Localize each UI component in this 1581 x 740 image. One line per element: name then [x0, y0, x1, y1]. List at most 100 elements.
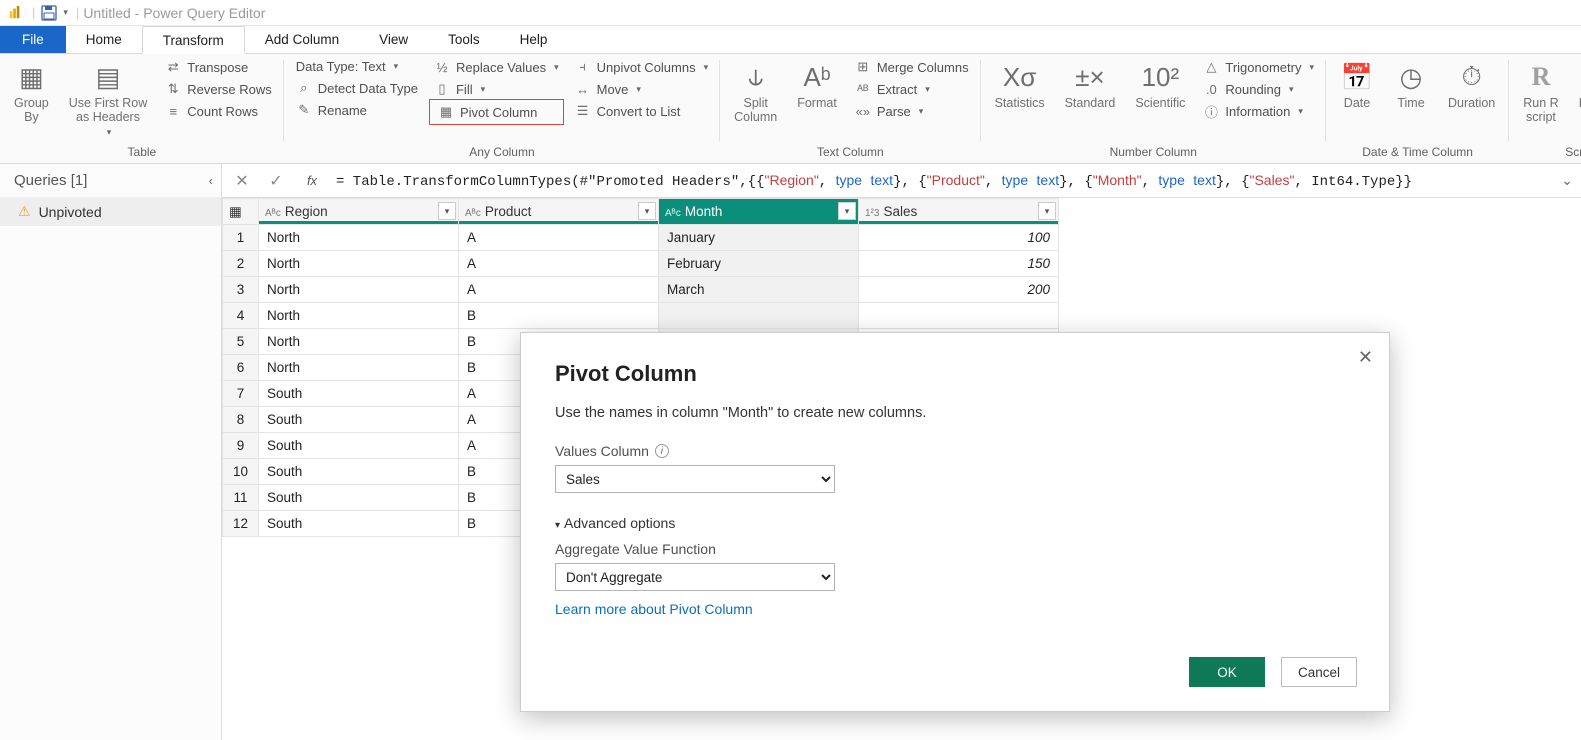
data-type-button[interactable]: Data Type: Text▾	[294, 58, 420, 75]
duration-button[interactable]: ⏱Duration	[1444, 58, 1499, 112]
cell-region[interactable]: North	[259, 329, 459, 355]
cell-product[interactable]: B	[459, 303, 659, 329]
cell-region[interactable]: South	[259, 485, 459, 511]
confirm-formula-button[interactable]: ✓	[264, 171, 288, 191]
format-button[interactable]: AᵇFormat	[793, 58, 841, 112]
column-header-product[interactable]: AᴮcProduct▾	[459, 199, 659, 225]
cancel-formula-button[interactable]: ✕	[230, 171, 254, 191]
pivot-column-button[interactable]: ▦Pivot Column	[432, 102, 561, 122]
cell-region[interactable]: South	[259, 511, 459, 537]
filter-dropdown-icon[interactable]: ▾	[438, 202, 456, 220]
tab-home[interactable]: Home	[66, 26, 142, 53]
row-number[interactable]: 7	[223, 381, 259, 407]
standard-button[interactable]: ±×Standard	[1061, 58, 1120, 112]
row-number[interactable]: 5	[223, 329, 259, 355]
rename-button[interactable]: ✎Rename	[294, 101, 420, 119]
tab-help[interactable]: Help	[500, 26, 568, 53]
close-button[interactable]: ✕	[1358, 347, 1373, 368]
detect-data-type-button[interactable]: ⌕Detect Data Type	[294, 79, 420, 97]
fx-icon[interactable]: fx	[298, 173, 326, 188]
cell-region[interactable]: South	[259, 459, 459, 485]
learn-more-link[interactable]: Learn more about Pivot Column	[555, 601, 1357, 617]
tab-file[interactable]: File	[0, 26, 66, 53]
extract-button[interactable]: ᴬᴮExtract▾	[853, 80, 971, 98]
cell-month[interactable]: February	[659, 251, 859, 277]
row-number[interactable]: 4	[223, 303, 259, 329]
ok-button[interactable]: OK	[1189, 657, 1265, 687]
cell-sales[interactable]	[859, 303, 1059, 329]
filter-dropdown-icon[interactable]: ▾	[638, 202, 656, 220]
row-number[interactable]: 12	[223, 511, 259, 537]
tab-view[interactable]: View	[359, 26, 428, 53]
table-row[interactable]: 1NorthAJanuary100	[223, 225, 1059, 251]
cell-month[interactable]: January	[659, 225, 859, 251]
cell-product[interactable]: A	[459, 251, 659, 277]
run-python-button[interactable]: PyRun Python script	[1575, 58, 1581, 127]
table-row[interactable]: 4NorthB	[223, 303, 1059, 329]
replace-values-button[interactable]: ½Replace Values▾	[432, 58, 561, 76]
aggregate-function-select[interactable]: Don't Aggregate	[555, 563, 835, 591]
run-r-button[interactable]: RRun R script	[1519, 58, 1562, 127]
cell-sales[interactable]: 150	[859, 251, 1059, 277]
rounding-button[interactable]: .0Rounding▾	[1201, 80, 1316, 98]
row-number[interactable]: 3	[223, 277, 259, 303]
values-column-select[interactable]: Sales	[555, 465, 835, 493]
cell-region[interactable]: North	[259, 303, 459, 329]
column-header-region[interactable]: AᴮcRegion▾	[259, 199, 459, 225]
convert-to-list-button[interactable]: ☰Convert to List	[573, 102, 711, 120]
qat-dropdown-icon[interactable]: ▾	[63, 7, 68, 18]
time-button[interactable]: ◷Time	[1390, 58, 1432, 112]
row-number[interactable]: 6	[223, 355, 259, 381]
reverse-rows-button[interactable]: ⇅Reverse Rows	[163, 80, 274, 98]
cell-product[interactable]: A	[459, 225, 659, 251]
fill-button[interactable]: ▯Fill▾	[432, 80, 561, 98]
table-row[interactable]: 2NorthAFebruary150	[223, 251, 1059, 277]
use-first-row-button[interactable]: ▤ Use First Row as Headers ▾	[65, 58, 151, 140]
cell-sales[interactable]: 100	[859, 225, 1059, 251]
cell-region[interactable]: South	[259, 407, 459, 433]
trigonometry-button[interactable]: △Trigonometry▾	[1201, 58, 1316, 76]
cell-sales[interactable]: 200	[859, 277, 1059, 303]
cancel-button[interactable]: Cancel	[1281, 657, 1357, 687]
cell-region[interactable]: North	[259, 251, 459, 277]
scientific-button[interactable]: 10²Scientific	[1131, 58, 1189, 112]
date-button[interactable]: 📅Date	[1336, 58, 1378, 112]
queries-header[interactable]: Queries [1] ‹	[0, 164, 221, 197]
cell-region[interactable]: North	[259, 277, 459, 303]
filter-dropdown-icon[interactable]: ▾	[1038, 202, 1056, 220]
count-rows-button[interactable]: ≡Count Rows	[163, 102, 274, 120]
row-number[interactable]: 2	[223, 251, 259, 277]
column-header-month[interactable]: AᴮcMonth▾	[659, 199, 859, 225]
column-header-sales[interactable]: 1²3Sales▾	[859, 199, 1059, 225]
query-item-unpivoted[interactable]: ⚠ Unpivoted	[0, 197, 221, 226]
tab-add-column[interactable]: Add Column	[245, 26, 359, 53]
unpivot-columns-button[interactable]: ⫞Unpivot Columns▾	[573, 58, 711, 76]
cell-region[interactable]: South	[259, 433, 459, 459]
tab-tools[interactable]: Tools	[428, 26, 500, 53]
save-icon[interactable]	[41, 5, 57, 21]
cell-month[interactable]	[659, 303, 859, 329]
split-column-button[interactable]: ⫝Split Column	[730, 58, 781, 127]
filter-dropdown-icon[interactable]: ▾	[838, 202, 856, 220]
expand-formula-button[interactable]: ⌄	[1561, 172, 1573, 189]
row-number[interactable]: 9	[223, 433, 259, 459]
cell-region[interactable]: South	[259, 381, 459, 407]
collapse-chevron-icon[interactable]: ‹	[209, 173, 213, 188]
group-by-button[interactable]: ▦ Group By	[10, 58, 53, 127]
info-icon[interactable]: i	[655, 444, 669, 458]
move-button[interactable]: ↔Move▾	[573, 80, 711, 98]
merge-columns-button[interactable]: ⊞Merge Columns	[853, 58, 971, 76]
transpose-button[interactable]: ⇄Transpose	[163, 58, 274, 76]
parse-button[interactable]: «»Parse▾	[853, 102, 971, 120]
cell-month[interactable]: March	[659, 277, 859, 303]
row-number[interactable]: 11	[223, 485, 259, 511]
cell-product[interactable]: A	[459, 277, 659, 303]
cell-region[interactable]: North	[259, 225, 459, 251]
formula-text[interactable]: = Table.TransformColumnTypes(#"Promoted …	[336, 172, 1545, 190]
information-button[interactable]: ⓘInformation▾	[1201, 102, 1316, 120]
tab-transform[interactable]: Transform	[142, 26, 245, 54]
table-row[interactable]: 3NorthAMarch200	[223, 277, 1059, 303]
corner-cell[interactable]: ▦	[223, 199, 259, 225]
row-number[interactable]: 10	[223, 459, 259, 485]
statistics-button[interactable]: ΧσStatistics	[991, 58, 1049, 112]
